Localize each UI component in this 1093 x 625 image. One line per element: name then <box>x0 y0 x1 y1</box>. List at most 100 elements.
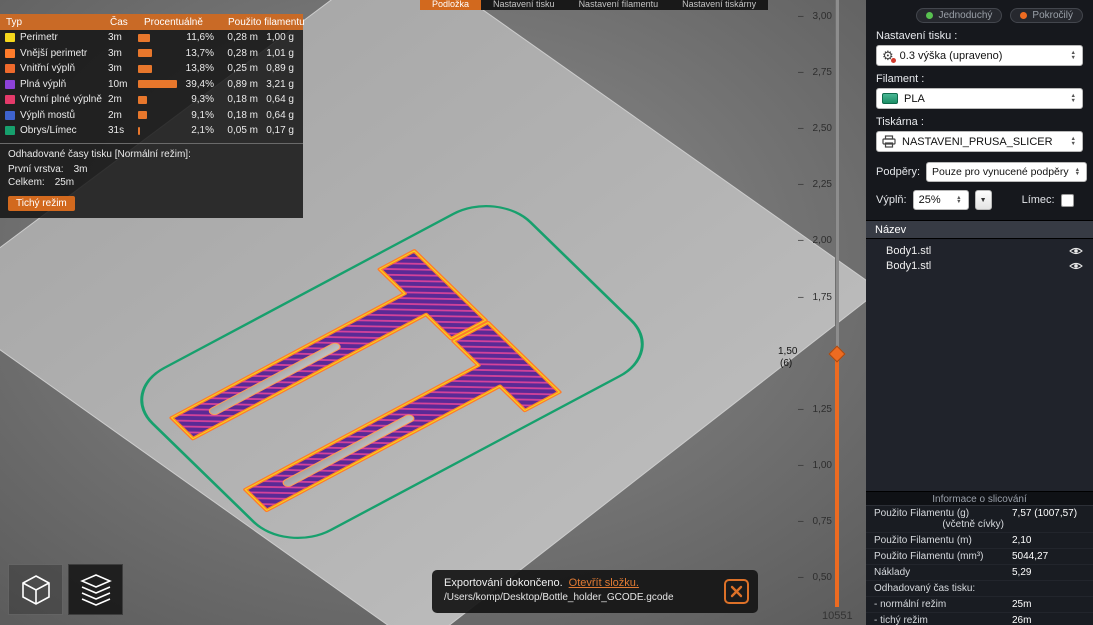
legend-row[interactable]: Vnitřní výplň 3m 13,8% 0,25 m 0,89 g <box>0 61 303 77</box>
slicing-info-row: - tichý režim 26m <box>866 613 1093 625</box>
feature-color-swatch <box>5 48 15 58</box>
combo-arrows-icon: ▲ ▼ <box>1074 166 1081 177</box>
print-settings-combo[interactable]: ⚙ 0.3 výška (upraveno) ▲ ▼ <box>876 45 1083 66</box>
silent-mode-button[interactable]: Tichý režim <box>8 195 75 211</box>
layer-slider[interactable]: 1,50 (6) 10551 –3,00 –2,75 –2,50 –2,25 –2,00… <box>770 0 866 625</box>
feature-percent: 9,1% <box>191 109 214 121</box>
feature-meters: 0,18 m <box>227 94 258 106</box>
slicing-info-rows: Použito Filamentu (g) (včetně cívky) 7,57 … <box>866 506 1093 625</box>
feature-type: Vnější perimetr <box>20 47 88 59</box>
legend-header: Typ Čas Procentuálně Použito filamentu <box>0 14 305 30</box>
eye-icon[interactable] <box>1069 261 1083 271</box>
feature-percent: 13,7% <box>185 47 214 59</box>
supports-label: Podpěry: <box>876 166 921 178</box>
percentage-bar <box>138 80 184 89</box>
legend-row[interactable]: Vrchní plné výplně 2m 9,3% 0,18 m 0,64 g <box>0 92 303 108</box>
filament-combo[interactable]: PLA ▲ ▼ <box>876 88 1083 109</box>
feature-meters: 0,25 m <box>227 63 258 75</box>
combo-arrows-icon: ▲ ▼ <box>1070 50 1076 61</box>
feature-color-swatch <box>5 95 15 105</box>
slicing-info-row: Odhadovaný čas tisku: <box>866 581 1093 597</box>
combo-arrows-icon: ▲ ▼ <box>956 194 962 205</box>
legend-col-procentualne: Procentuálně <box>144 16 203 28</box>
printer-combo[interactable]: NASTAVENI_PRUSA_SLICER ▲ ▼ <box>876 131 1083 152</box>
first-layer-value: 3m <box>73 163 88 175</box>
percentage-bar <box>138 33 184 42</box>
legend-row[interactable]: Perimetr 3m 11,6% 0,28 m 1,00 g <box>0 30 303 46</box>
infill-combo[interactable]: 25% ▲ ▼ <box>912 190 969 210</box>
brim-checkbox[interactable] <box>1060 193 1074 207</box>
feature-color-swatch <box>5 64 15 74</box>
open-folder-link[interactable]: Otevřít složku. <box>569 577 639 589</box>
brim-label: Límec: <box>1021 194 1055 206</box>
feature-type: Vrchní plné výplně <box>20 94 102 106</box>
first-layer-label: První vrstva: <box>8 163 64 175</box>
feature-color-swatch <box>5 126 15 136</box>
object-row[interactable]: Body1.stl <box>866 259 1093 275</box>
slicing-info-row: Použito Filamentu (g) (včetně cívky) 7,57 … <box>866 506 1093 533</box>
feature-type: Výplň mostů <box>20 109 76 121</box>
mode-button-jednoduch-[interactable]: Jednoduchý <box>916 8 1003 23</box>
legend-row[interactable]: Obrys/Límec 31s 2,1% 0,05 m 0,17 g <box>0 123 303 139</box>
feature-time: 2m <box>108 109 122 121</box>
filament-value: PLA <box>904 92 925 105</box>
mode-button-pokro-il-[interactable]: Pokročilý <box>1010 8 1083 23</box>
feature-grams: 0,89 g <box>266 63 294 75</box>
infill-row: Výplň: 25% ▲ ▼ ▼ Límec: <box>876 190 1083 210</box>
layer-slider-track-lower[interactable] <box>835 354 839 607</box>
feature-time: 31s <box>108 125 125 137</box>
slicing-info-row: Použito Filamentu (mm³) 5044,27 <box>866 549 1093 565</box>
cube-icon <box>21 574 50 605</box>
feature-grams: 0,17 g <box>266 125 294 137</box>
tab-podlo-ka[interactable]: Podložka <box>420 0 482 10</box>
mode-dot-icon <box>1020 12 1028 19</box>
infill-value: 25% <box>918 194 941 206</box>
export-notification: Exportování dokončeno. Otevřít složku. /U… <box>432 570 758 613</box>
layer-tick: –0,75 <box>798 515 832 527</box>
eye-icon[interactable] <box>1069 246 1083 256</box>
object-list: Název Body1.stl Body1.stl <box>866 220 1093 491</box>
supports-row: Podpěry: Pouze pro vynucené podpěry ▲ ▼ <box>876 162 1088 182</box>
supports-combo[interactable]: Pouze pro vynucené podpěry ▲ ▼ <box>926 162 1088 182</box>
feature-percent: 39,4% <box>185 78 214 90</box>
preview-view-button[interactable] <box>68 564 123 615</box>
object-row[interactable]: Body1.stl <box>866 243 1093 259</box>
3d-viewport[interactable]: Podložka Nastavení tisku Nastavení filamen… <box>0 0 866 625</box>
current-layer-number: (6) <box>780 358 793 369</box>
legend-col-filament: Použito filamentu <box>228 16 305 28</box>
print-time-estimates: Odhadované časy tisku [Normální režim]: … <box>0 142 303 211</box>
filament-color-swatch <box>882 93 898 104</box>
tab-nastaven-tisku[interactable]: Nastavení tisku <box>481 0 567 10</box>
legend-col-cas: Čas <box>110 16 128 28</box>
combo-arrows-icon: ▲ ▼ <box>1070 136 1076 147</box>
layer-tick: –3,00 <box>798 11 832 22</box>
main-tabs: Podložka Nastavení tisku Nastavení filamen… <box>420 0 769 10</box>
editor-view-button[interactable] <box>8 564 63 615</box>
object-name: Body1.stl <box>886 260 932 273</box>
feature-percent: 9,3% <box>191 94 214 106</box>
layer-tick: –2,50 <box>798 123 832 135</box>
close-notification-button[interactable] <box>724 579 749 604</box>
layer-tick: –1,25 <box>798 403 832 415</box>
feature-color-swatch <box>5 33 15 43</box>
feature-meters: 0,89 m <box>227 78 258 90</box>
feature-meters: 0,28 m <box>227 47 258 59</box>
layer-slider-handle[interactable] <box>828 345 846 363</box>
infill-dropdown-button[interactable]: ▼ <box>974 190 992 210</box>
legend-col-typ: Typ <box>6 16 23 28</box>
layer-slider-track-upper[interactable] <box>835 0 839 354</box>
feature-type: Obrys/Límec <box>20 125 77 137</box>
percentage-bar <box>138 126 184 135</box>
legend-row[interactable]: Plná výplň 10m 39,4% 0,89 m 3,21 g <box>0 77 303 93</box>
first-layer-row: První vrstva: 3m <box>8 164 295 177</box>
object-name: Body1.stl <box>886 244 932 257</box>
legend-row[interactable]: Výplň mostů 2m 9,1% 0,18 m 0,64 g <box>0 108 303 124</box>
tab-nastaven-filamentu[interactable]: Nastavení filamentu <box>567 0 671 10</box>
supports-value: Pouze pro vynucené podpěry <box>932 166 1069 178</box>
tab-nastaven-tisk-rny[interactable]: Nastavení tiskárny <box>670 0 768 10</box>
feature-grams: 0,64 g <box>266 94 294 106</box>
legend-row[interactable]: Vnější perimetr 3m 13,7% 0,28 m 1,01 g <box>0 46 303 62</box>
layer-tick: –2,25 <box>798 179 832 191</box>
feature-color-swatch <box>5 79 15 89</box>
gear-icon: ⚙ <box>882 48 896 63</box>
